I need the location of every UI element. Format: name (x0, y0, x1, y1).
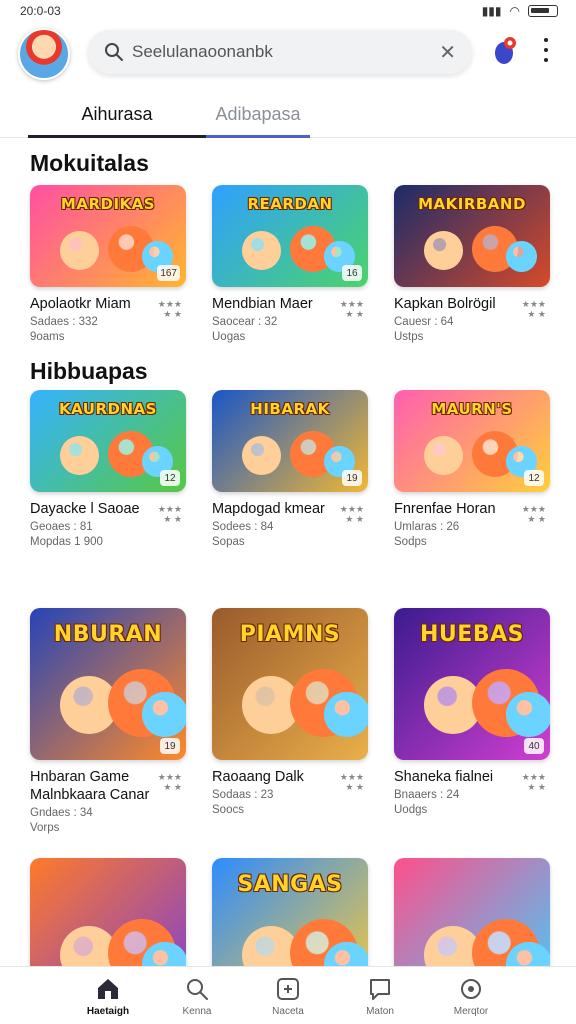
character-illustration (242, 230, 281, 270)
add-icon (277, 977, 299, 1000)
avatar[interactable] (18, 28, 70, 80)
star-rating-icon: ★★★ ★ ★ (339, 772, 364, 792)
game-thumbnail[interactable]: MAURN'S 12 (394, 390, 550, 492)
game-stat: Gndaes : 34 (30, 807, 93, 819)
game-card[interactable]: HIBARAK 19 Mapdogad kmear ★★★ ★ ★ Sodees : 84… (212, 390, 368, 550)
game-card[interactable]: HUEBAS 40 Shaneka fialnei ★★★ ★ ★ Bnaaers : 2… (394, 608, 550, 818)
game-logo-text: PIAMNS (239, 622, 341, 647)
search-icon (105, 43, 123, 61)
rating-badge: 16 (342, 265, 362, 281)
game-logo-text: MAURN'S (431, 400, 513, 418)
game-thumbnail[interactable]: REARDAN 16 (212, 185, 368, 287)
game-thumbnail[interactable]: MAKIRBAND (394, 185, 550, 287)
game-logo-text: KAURDNAS (59, 400, 157, 418)
top-bar: Seelulanaoonanbk ✕ (0, 26, 576, 82)
character-illustration (424, 435, 463, 475)
game-category: Mopdas 1 900 (30, 536, 103, 548)
game-card[interactable]: NBURAN 19 Hnbaran Game ★★★ ★ ★ Malnbkaara Can… (30, 608, 186, 836)
character-illustration (242, 435, 281, 475)
game-logo-text: HIBARAK (250, 400, 330, 418)
rating-badge: 12 (160, 470, 180, 486)
game-logo-text: MAKIRBAND (418, 195, 526, 213)
notification-icon[interactable] (490, 34, 520, 66)
game-card[interactable]: MARDIKAS 167 Apolaotkr Miam ★★★ ★ ★ Sadaes : … (30, 185, 186, 345)
battery-icon (528, 5, 558, 17)
rating-badge: 167 (157, 265, 180, 281)
chat-icon (370, 978, 390, 1000)
tab-secondary-indicator (206, 135, 310, 138)
game-category: 9oams (30, 331, 65, 343)
game-category: Soocs (212, 804, 244, 816)
star-rating-icon: ★★★ ★ ★ (521, 299, 546, 319)
game-thumbnail[interactable]: PIAMNS (212, 608, 368, 760)
star-rating-icon: ★★★ ★ ★ (339, 299, 364, 319)
game-thumbnail[interactable]: HUEBAS 40 (394, 608, 550, 760)
game-thumbnail[interactable]: KAURDNAS 12 (30, 390, 186, 492)
character-illustration (506, 691, 550, 738)
game-logo-text: SANGAS (237, 872, 343, 897)
character-illustration (60, 230, 99, 270)
search-bar[interactable]: Seelulanaoonanbk ✕ (88, 30, 472, 74)
search-input[interactable]: Seelulanaoonanbk (132, 42, 439, 62)
star-rating-icon: ★★★ ★ ★ (521, 772, 546, 792)
home-icon (98, 978, 118, 999)
game-card[interactable]: MAURN'S 12 Fnrenfae Horan ★★★ ★ ★ Umlaras : 2… (394, 390, 550, 550)
star-rating-icon: ★★★ ★ ★ (521, 504, 546, 524)
wifi-icon: ◠ (509, 4, 520, 18)
character-illustration (142, 691, 186, 738)
game-thumbnail[interactable]: HIBARAK 19 (212, 390, 368, 492)
tab-secondary[interactable]: Adibapasa (206, 90, 310, 138)
game-logo-text: HUEBAS (420, 622, 524, 647)
clear-icon[interactable]: ✕ (439, 40, 456, 65)
star-rating-icon: ★★★ ★ ★ (157, 504, 182, 524)
signal-icon: ▮▮▮ (481, 4, 502, 18)
character-illustration (324, 691, 368, 738)
rating-badge: 19 (160, 738, 180, 754)
game-logo-text: MARDIKAS (60, 195, 156, 213)
status-icons: ▮▮▮ ◠ (482, 4, 558, 18)
status-bar: 20:0-03 ▮▮▮ ◠ (0, 0, 576, 22)
game-category: Uodgs (394, 804, 428, 816)
explore-icon (461, 978, 481, 999)
nav-messages[interactable]: Maton (335, 967, 425, 1024)
game-category: Sopas (212, 536, 245, 548)
game-category: Vorps (30, 822, 60, 834)
character-illustration (424, 230, 463, 270)
game-thumbnail[interactable]: NBURAN 19 (30, 608, 186, 760)
tab-bar: Aihurasa Adibapasa (0, 90, 576, 138)
search-icon (187, 978, 208, 1000)
character-illustration (506, 241, 537, 272)
section-title-2: Hibbuapas (30, 358, 148, 384)
game-card[interactable]: MAKIRBAND Kapkan Bolrögil ★★★ ★ ★ Cauesr : 6… (394, 185, 550, 345)
star-rating-icon: ★★★ ★ ★ (157, 299, 182, 319)
more-menu-icon[interactable] (538, 38, 554, 62)
rating-badge: 40 (524, 738, 544, 754)
game-card[interactable]: REARDAN 16 Mendbian Maer ★★★ ★ ★ Saocear : 32… (212, 185, 368, 345)
tab-primary[interactable]: Aihurasa (28, 90, 206, 138)
nav-home[interactable]: Haetaigh (63, 967, 153, 1024)
game-logo-text: REARDAN (247, 195, 333, 213)
game-logo-text: NBURAN (53, 622, 163, 647)
bottom-nav: Haetaigh Kenna Naceta Maton Merqtor (0, 966, 576, 1024)
tab-primary-indicator (28, 135, 206, 138)
section-title-1: Mokuitalas (30, 150, 149, 176)
nav-explore[interactable]: Merqtor (426, 967, 516, 1024)
rating-badge: 12 (524, 470, 544, 486)
game-category: Sodps (394, 536, 427, 548)
rating-badge: 19 (342, 470, 362, 486)
star-rating-icon: ★★★ ★ ★ (157, 772, 182, 792)
game-thumbnail[interactable]: MARDIKAS 167 (30, 185, 186, 287)
nav-search[interactable]: Kenna (152, 967, 242, 1024)
game-card[interactable]: PIAMNS Raoaang Dalk ★★★ ★ ★ Sodaas : 23 Soocs (212, 608, 368, 818)
game-category: Ustps (394, 331, 424, 343)
character-illustration (60, 435, 99, 475)
status-time: 20:0-03 (20, 4, 61, 18)
nav-create[interactable]: Naceta (243, 967, 333, 1024)
game-category: Uogas (212, 331, 246, 343)
star-rating-icon: ★★★ ★ ★ (339, 504, 364, 524)
game-card[interactable]: KAURDNAS 12 Dayacke l Saoae ★★★ ★ ★ Geoaes : … (30, 390, 186, 550)
